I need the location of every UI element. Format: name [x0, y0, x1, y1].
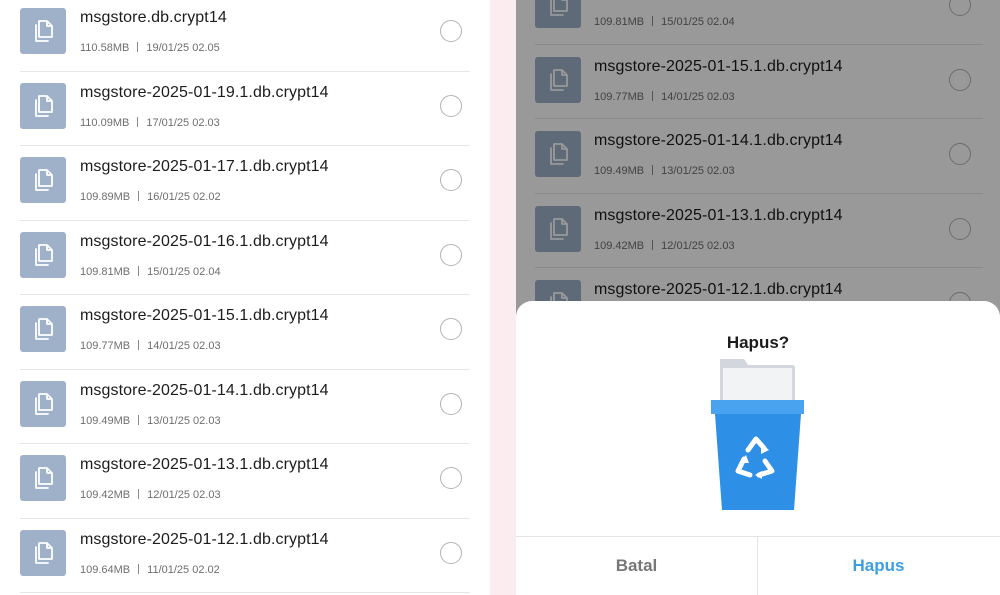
file-meta: 109.64MB 11/01/25 02.02: [80, 563, 220, 576]
radio-unchecked-icon[interactable]: [440, 20, 462, 42]
radio-unchecked-icon[interactable]: [440, 392, 462, 415]
radio-unchecked-icon[interactable]: [440, 541, 462, 564]
file-meta: 109.42MB 12/01/25 02.03: [80, 489, 221, 501]
meta-separator: [138, 265, 140, 276]
cancel-button[interactable]: Batal: [516, 537, 757, 595]
file-copy-icon: [20, 380, 66, 427]
list-item[interactable]: msgstore-2025-01-19.1.db.crypt14 110.09MB…: [0, 72, 490, 146]
file-list-pane-left: msgstore.db.crypt14 110.58MB 19/01/25 02.0…: [0, 0, 490, 595]
recycle-bin-icon: [706, 359, 810, 520]
file-size: 109.42MB: [80, 489, 131, 501]
meta-separator: [138, 489, 140, 499]
meta-separator: [137, 116, 139, 127]
file-size: 109.89MB: [80, 191, 131, 203]
radio-unchecked-icon[interactable]: [440, 467, 462, 489]
file-size: 110.58MB: [80, 42, 130, 54]
file-meta: 110.09MB 17/01/25 02.03: [80, 116, 220, 129]
list-item[interactable]: msgstore.db.crypt14 110.58MB 19/01/25 02.0…: [0, 0, 490, 72]
file-meta: 109.49MB 13/01/25 02.03: [80, 414, 221, 427]
file-date: 15/01/25 02.04: [147, 265, 221, 278]
delete-confirm-button[interactable]: Hapus: [758, 537, 999, 595]
list-item[interactable]: msgstore-2025-01-13.1.db.crypt14 109.42MB…: [0, 444, 490, 519]
radio-unchecked-icon[interactable]: [440, 169, 462, 191]
file-date: 17/01/25 02.03: [146, 116, 220, 129]
file-name: msgstore-2025-01-12.1.db.crypt14: [80, 530, 329, 548]
file-copy-icon: [20, 231, 66, 278]
list-item[interactable]: msgstore-2025-01-12.1.db.crypt14 109.64MB…: [0, 519, 490, 593]
list-item[interactable]: msgstore-2025-01-16.1.db.crypt14 109.81MB…: [0, 221, 490, 295]
meta-separator: [138, 414, 140, 425]
file-copy-icon: [20, 306, 66, 352]
file-name: msgstore-2025-01-15.1.db.crypt14: [80, 307, 329, 324]
meta-separator: [138, 340, 140, 350]
radio-unchecked-icon[interactable]: [440, 318, 462, 340]
file-name: msgstore.db.crypt14: [80, 9, 227, 26]
file-size: 109.64MB: [80, 563, 131, 576]
dialog-title: Hapus?: [726, 333, 790, 352]
file-list-pane-right: msgstore-2025-01-16.1.db.crypt14109.81MB…: [516, 0, 1000, 595]
file-copy-icon: [20, 82, 66, 129]
file-meta: 109.81MB 15/01/25 02.04: [80, 265, 221, 278]
file-name: msgstore-2025-01-14.1.db.crypt14: [80, 381, 329, 399]
list-item[interactable]: msgstore-2025-01-17.1.db.crypt14 109.89MB…: [0, 146, 490, 221]
file-name: msgstore-2025-01-16.1.db.crypt14: [80, 232, 329, 250]
radio-unchecked-icon[interactable]: [440, 94, 462, 117]
radio-unchecked-icon[interactable]: [440, 243, 462, 266]
file-date: 12/01/25 02.03: [147, 489, 221, 501]
file-copy-icon: [20, 157, 66, 203]
file-meta: 109.89MB 16/01/25 02.02: [80, 191, 221, 203]
file-size: 109.77MB: [80, 340, 131, 352]
list-item[interactable]: msgstore-2025-01-14.1.db.crypt14 109.49MB…: [0, 370, 490, 444]
file-name: msgstore-2025-01-13.1.db.crypt14: [80, 456, 329, 473]
file-date: 16/01/25 02.02: [147, 191, 221, 203]
file-name: msgstore-2025-01-17.1.db.crypt14: [80, 158, 329, 175]
file-copy-icon: [20, 455, 66, 501]
file-date: 11/01/25 02.02: [147, 563, 220, 576]
file-date: 14/01/25 02.03: [147, 340, 221, 352]
meta-separator: [138, 191, 140, 201]
file-size: 109.49MB: [80, 414, 131, 427]
file-copy-icon: [20, 529, 66, 576]
file-name: msgstore-2025-01-19.1.db.crypt14: [80, 83, 329, 101]
file-copy-icon: [20, 8, 66, 54]
meta-separator: [137, 42, 139, 52]
row-divider: [20, 592, 470, 593]
meta-separator: [138, 563, 140, 574]
file-date: 13/01/25 02.03: [147, 414, 221, 427]
delete-dialog: Hapus? Batal Hapus: [516, 301, 1000, 595]
file-size: 110.09MB: [80, 116, 130, 129]
list-item[interactable]: msgstore-2025-01-15.1.db.crypt14 109.77MB…: [0, 295, 490, 370]
file-size: 109.81MB: [80, 265, 131, 278]
file-date: 19/01/25 02.05: [146, 42, 220, 54]
file-meta: 110.58MB 19/01/25 02.05: [80, 42, 220, 54]
file-meta: 109.77MB 14/01/25 02.03: [80, 340, 221, 352]
